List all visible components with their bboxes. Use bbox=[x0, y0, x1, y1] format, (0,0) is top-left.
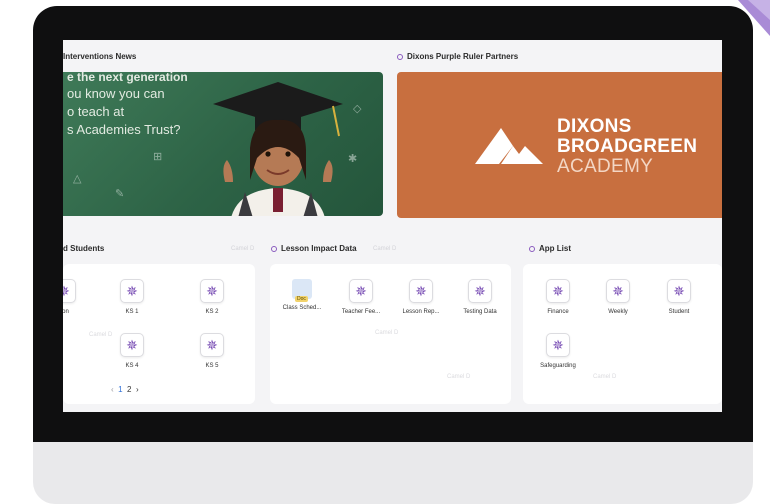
student-photo-icon bbox=[213, 82, 343, 216]
dixons-star-icon: ✵ bbox=[120, 279, 144, 303]
dixons-star-icon: ✵ bbox=[606, 279, 630, 303]
banner-text-line: s Academies Trust? bbox=[67, 122, 181, 137]
partner-banner[interactable]: DIXONS BROADGREEN ACADEMY bbox=[397, 72, 722, 218]
tile-label: Testing Data bbox=[463, 309, 497, 315]
pager-prev-button[interactable]: ‹ bbox=[111, 385, 114, 394]
student-app-tile[interactable]: ✵ KS 4 bbox=[97, 333, 167, 369]
pager-page-2[interactable]: 2 bbox=[127, 385, 131, 394]
tile-label: KS 5 bbox=[205, 363, 219, 369]
device-chin bbox=[33, 442, 753, 504]
student-app-tile[interactable]: ✵ KS 2 bbox=[177, 279, 247, 315]
news-section-title: Interventions News bbox=[63, 52, 137, 61]
document-icon: Doc bbox=[292, 279, 312, 302]
dixons-star-icon: ✵ bbox=[63, 279, 76, 303]
watermark: Camel D bbox=[373, 246, 397, 252]
chalk-doodle-icon: △ bbox=[73, 173, 82, 185]
tile-label: KS 2 bbox=[205, 309, 219, 315]
section-bullet-icon bbox=[529, 246, 535, 252]
dixons-star-icon: ✵ bbox=[200, 279, 224, 303]
app-list-card: ✵ Finance ✵ Weekly ✵ Student ✵ Safeguard… bbox=[523, 264, 722, 404]
student-app-tile[interactable]: ✵ KS 5 bbox=[177, 333, 247, 369]
chalk-doodle-icon: ✎ bbox=[115, 188, 125, 200]
watermark: Camel D bbox=[375, 330, 399, 336]
watermark: Camel D bbox=[89, 332, 113, 338]
dixons-star-icon: ✵ bbox=[546, 333, 570, 357]
lesson-app-tile[interactable]: ✵ Testing Data bbox=[445, 279, 515, 315]
app-list-tile[interactable]: ✵ Student bbox=[644, 279, 714, 315]
app-list-tile[interactable]: ✵ Weekly bbox=[583, 279, 653, 315]
tile-label: KS 4 bbox=[125, 363, 139, 369]
news-banner[interactable]: e the next generation ou know you can o … bbox=[63, 72, 383, 216]
doc-badge: Doc bbox=[295, 296, 308, 302]
screen: Interventions News Dixons Purple Ruler P… bbox=[63, 40, 722, 412]
banner-text-line: ou know you can bbox=[67, 86, 165, 101]
app-list-tile[interactable]: ✵ Safeguarding bbox=[523, 333, 593, 369]
student-app-tile[interactable]: ✵ son bbox=[63, 279, 99, 315]
banner-text-line: e the next generation bbox=[67, 72, 188, 84]
section-bullet-icon bbox=[397, 54, 403, 60]
tile-label: KS 1 bbox=[125, 309, 139, 315]
dixons-star-icon: ✵ bbox=[200, 333, 224, 357]
pager-page-1[interactable]: 1 bbox=[118, 385, 122, 394]
lesson-impact-section-title: Lesson Impact Data bbox=[271, 244, 357, 253]
watermark: Camel D bbox=[593, 374, 617, 380]
watermark: Camel D bbox=[231, 246, 255, 252]
chalk-doodle-icon: ⊞ bbox=[153, 151, 163, 163]
dixons-star-icon: ✵ bbox=[120, 333, 144, 357]
partner-name-line: BROADGREEN bbox=[557, 136, 698, 157]
partner-name-line: ACADEMY bbox=[557, 156, 654, 177]
students-section-title: d Students bbox=[63, 244, 105, 253]
partner-name-line: DIXONS bbox=[557, 116, 632, 137]
dixons-mountain-logo-icon bbox=[475, 128, 543, 164]
tile-label: Weekly bbox=[608, 309, 628, 315]
dixons-star-icon: ✵ bbox=[409, 279, 433, 303]
tile-label: Student bbox=[668, 309, 690, 315]
dixons-star-icon: ✵ bbox=[667, 279, 691, 303]
partners-section-title: Dixons Purple Ruler Partners bbox=[397, 52, 518, 61]
pager-next-button[interactable]: › bbox=[136, 385, 139, 394]
section-bullet-icon bbox=[271, 246, 277, 252]
dixons-star-icon: ✵ bbox=[468, 279, 492, 303]
tile-label: Safeguarding bbox=[540, 363, 576, 369]
dixons-star-icon: ✵ bbox=[349, 279, 373, 303]
pagination: ‹ 1 2 › bbox=[111, 385, 139, 394]
watermark: Camel D bbox=[447, 374, 471, 380]
tile-label: son bbox=[63, 309, 69, 315]
app-list-section-title: App List bbox=[529, 244, 571, 253]
dixons-star-icon: ✵ bbox=[546, 279, 570, 303]
banner-text-line: o teach at bbox=[67, 104, 125, 119]
student-app-tile[interactable]: ✵ KS 1 bbox=[97, 279, 167, 315]
